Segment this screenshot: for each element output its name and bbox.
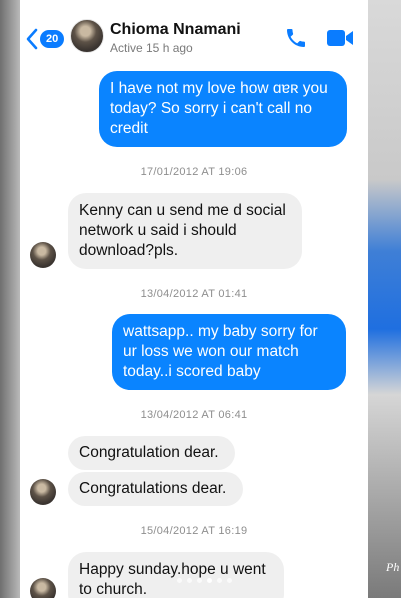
sender-avatar[interactable] [30,242,56,268]
page-dot [197,578,202,583]
outgoing-message[interactable]: wattsapp.. my baby sorry for ur loss we … [112,314,346,390]
timestamp: 13/04/2012 AT 01:41 [140,288,248,300]
phone-icon[interactable] [284,26,308,50]
chat-screen: 20 Chioma Nnamani Active 15 h ago I have… [20,0,368,598]
timestamp: 13/04/2012 AT 06:41 [140,409,248,421]
unread-count-badge: 20 [40,30,65,48]
incoming-message[interactable]: Congratulation dear. [68,436,235,470]
contact-name[interactable]: Chioma Nnamani [110,21,241,39]
page-dot [187,578,192,583]
page-dot [227,578,232,583]
active-status: Active 15 h ago [110,41,193,55]
contact-avatar[interactable] [70,19,104,53]
incoming-message[interactable]: Congratulations dear. [68,472,243,506]
chevron-left-icon [26,28,38,50]
sender-avatar[interactable] [30,578,56,598]
page-indicator [177,578,232,583]
incoming-message[interactable]: Happy sunday.hope u went to church. [68,552,284,598]
background-right [368,0,401,598]
video-camera-icon[interactable] [326,27,354,49]
outgoing-message[interactable]: I have not my love how ɑɐʀ you today? So… [99,71,347,147]
sender-avatar[interactable] [30,479,56,505]
page-dot [217,578,222,583]
timestamp: 15/04/2012 AT 16:19 [140,525,248,537]
page-dot-active [207,578,212,583]
chat-header: 20 Chioma Nnamani Active 15 h ago [20,0,368,62]
back-button[interactable]: 20 [26,27,66,51]
timestamp: 17/01/2012 AT 19:06 [140,166,248,178]
page-dot [177,578,182,583]
background-label: Ph [386,560,400,574]
background-left [0,0,20,598]
incoming-message[interactable]: Kenny can u send me d social network u s… [68,193,302,269]
